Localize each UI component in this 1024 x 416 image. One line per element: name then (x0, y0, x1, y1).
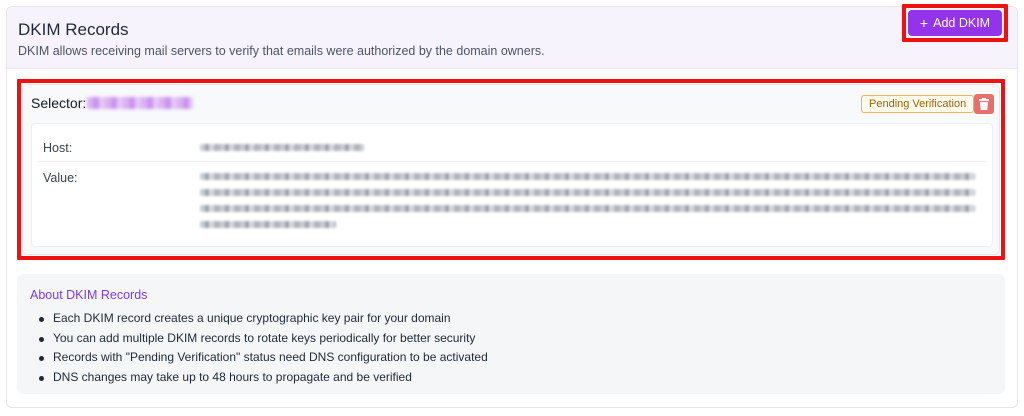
about-title: About DKIM Records (30, 288, 148, 302)
trash-icon (979, 98, 989, 110)
selector-label: Selector: (31, 95, 87, 111)
value-label: Value: (43, 171, 78, 185)
page-subtitle: DKIM allows receiving mail servers to ve… (18, 44, 545, 58)
bullet (39, 375, 44, 381)
list-item: Each DKIM record creates a unique crypto… (39, 309, 488, 329)
add-dkim-button[interactable]: + Add DKIM (908, 10, 1002, 36)
page-title: DKIM Records (18, 20, 129, 39)
list-item-text: Records with "Pending Verification" stat… (53, 350, 488, 364)
card-header: DKIM Records DKIM allows receiving mail … (7, 7, 1017, 69)
selector-value-redacted (87, 97, 193, 109)
bullet (39, 356, 44, 361)
bullet (39, 317, 44, 322)
list-item-text: DNS changes may take up to 48 hours to p… (53, 369, 412, 384)
list-item-text: Each DKIM record creates a unique crypto… (53, 311, 451, 325)
page: DKIM Records DKIM allows receiving mail … (0, 0, 1024, 416)
list-item-text: You can add multiple DKIM records to rot… (53, 330, 476, 345)
dkim-record: Selector: Pending Verification Host: Val… (22, 84, 1000, 255)
value-redacted-line (200, 189, 975, 196)
host-value-redacted (200, 144, 364, 151)
bullet (39, 336, 44, 342)
delete-record-button[interactable] (974, 94, 994, 114)
record-details: Host: Value: (31, 123, 993, 247)
host-label: Host: (43, 141, 73, 155)
value-redacted-line (200, 173, 975, 180)
value-redacted-line (200, 221, 336, 228)
status-badge: Pending Verification (861, 95, 975, 113)
list-item: DNS changes may take up to 48 hours to p… (39, 368, 488, 388)
about-list: Each DKIM record creates a unique crypto… (39, 309, 488, 387)
row-divider (38, 161, 986, 162)
about-dkim-box: About DKIM Records Each DKIM record crea… (17, 274, 1005, 394)
add-dkim-label: Add DKIM (933, 16, 991, 30)
list-item: Records with "Pending Verification" stat… (39, 348, 488, 368)
value-redacted-line (200, 205, 975, 212)
list-item: You can add multiple DKIM records to rot… (39, 329, 488, 349)
plus-icon: + (919, 15, 929, 31)
